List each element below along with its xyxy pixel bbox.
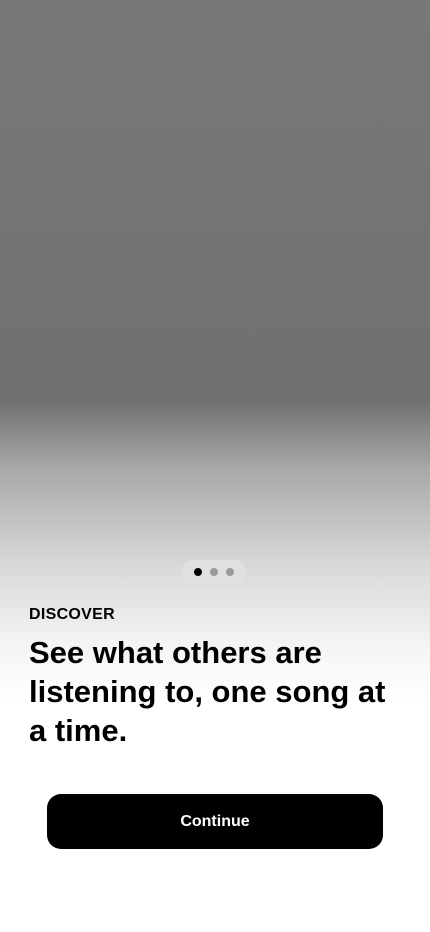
section-eyebrow: DISCOVER — [29, 606, 115, 623]
onboarding-screen: DISCOVER See what others are listening t… — [0, 0, 430, 932]
page-dot-2[interactable] — [210, 568, 218, 576]
page-dot-1[interactable] — [194, 568, 202, 576]
continue-button[interactable]: Continue — [47, 794, 383, 849]
onboarding-headline: See what others are listening to, one so… — [29, 635, 386, 748]
page-indicator[interactable] — [182, 560, 246, 584]
page-dot-3[interactable] — [226, 568, 234, 576]
